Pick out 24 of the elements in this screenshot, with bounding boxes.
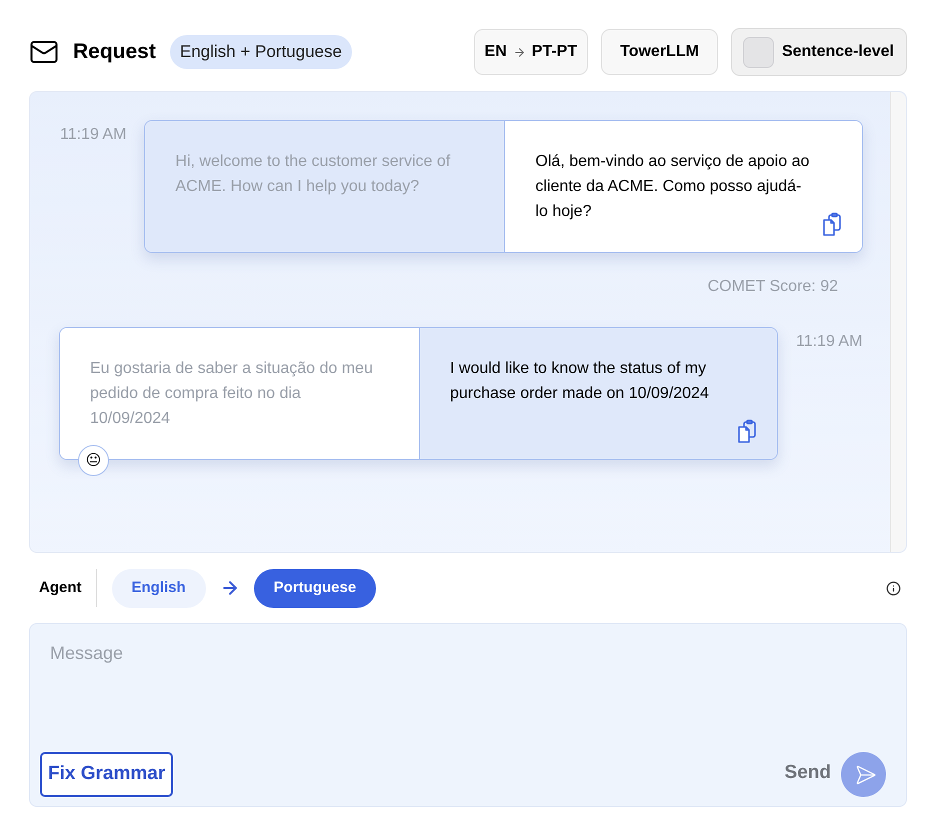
fix-grammar-button[interactable]: Fix Grammar: [40, 752, 174, 797]
original-text: Hi, welcome to the customer service of ACME. How can I help you today?: [175, 153, 450, 195]
language-pair-button[interactable]: EN PT-PT: [474, 29, 588, 75]
sentence-level-toggle[interactable]: Sentence-level: [730, 28, 907, 76]
translation-text: I would like to know the status of my purchase order made on 10/09/2024: [450, 359, 710, 404]
copy-icon[interactable]: [735, 419, 759, 445]
model-button[interactable]: TowerLLM: [601, 29, 718, 75]
message-time: 11:19 AM: [60, 126, 126, 143]
language-badge: English + Portuguese: [170, 35, 352, 69]
translation-text: Olá, bem-vindo ao serviço de apoio ao cliente da ACME. Como posso ajudá-lo hoje?: [535, 152, 810, 222]
agent-label: Agent: [29, 569, 96, 607]
message-input[interactable]: Message: [40, 640, 896, 667]
message-time: 11:19 AM: [796, 333, 862, 350]
reaction-badge[interactable]: 😐: [78, 445, 109, 476]
page-title: Request: [73, 39, 156, 66]
scrollbar[interactable]: [890, 92, 906, 552]
info-icon[interactable]: [886, 580, 901, 596]
checkbox[interactable]: [742, 36, 774, 68]
arrow-icon: [512, 46, 526, 58]
language-pill[interactable]: English: [112, 568, 206, 608]
send-label: Send: [784, 760, 831, 784]
comet-score: COMET Score: 92: [708, 277, 838, 297]
original-text: Eu gostaria de saber a situação do meu pedido de compra feito no dia 10/09/2024: [90, 360, 373, 427]
language-pill[interactable]: Portuguese: [254, 568, 376, 608]
